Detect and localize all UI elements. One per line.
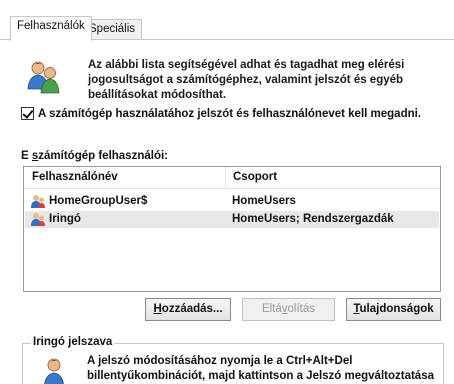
- listview-header: Felhasználónév Csoport: [24, 167, 440, 189]
- user-row-icon: [31, 195, 45, 208]
- intro-line-2: jogosultságot a számítógéphez, valamint …: [88, 74, 404, 86]
- tab-bar: Felhasználók Speciális: [0, 0, 454, 41]
- user-key-icon: [44, 358, 64, 384]
- row-username: Iringó: [49, 213, 81, 225]
- row-group: HomeUsers: [232, 195, 296, 207]
- remove-button[interactable]: Eltávolítás: [242, 298, 335, 321]
- remove-button-pre: Eltá: [261, 303, 282, 315]
- password-line-2: billentyűkombinációt, majd kattintson a …: [87, 370, 434, 382]
- table-row[interactable]: Iringó HomeUsers; Rendszergazdák: [25, 211, 439, 228]
- add-button[interactable]: Hozzáadás...: [145, 298, 231, 321]
- row-group: HomeUsers; Rendszergazdák: [232, 213, 394, 225]
- password-group-text: A jelszó módosításához nyomja le a Ctrl+…: [87, 354, 447, 384]
- intro-text: Az alábbi lista segítségével adhat és ta…: [88, 58, 428, 103]
- row-username: HomeGroupUser$: [49, 195, 148, 207]
- add-button-post: ozzáadás...: [161, 303, 223, 315]
- column-header-group[interactable]: Csoport: [233, 171, 277, 183]
- tab-users-label: Felhasználók: [17, 20, 85, 32]
- properties-button-post: ulajdonságok: [359, 303, 434, 315]
- remove-button-post: olítás: [287, 303, 316, 315]
- require-password-row[interactable]: A számítógép használatához jelszót és fe…: [21, 107, 421, 120]
- intro-line-3: beállításokat módosíthat.: [88, 89, 227, 101]
- intro-line-1: Az alábbi lista segítségével adhat és ta…: [88, 59, 405, 71]
- column-separator[interactable]: [225, 167, 226, 189]
- require-password-label: A számítógép használatához jelszót és fe…: [38, 107, 422, 120]
- add-button-accel: H: [153, 303, 162, 315]
- user-row-icon: [31, 213, 45, 226]
- users-list-title-pre: E: [21, 150, 32, 162]
- properties-button[interactable]: Tulajdonságok: [346, 298, 441, 321]
- password-group-title: Iringó jelszava: [31, 336, 115, 348]
- require-password-checkbox[interactable]: [21, 107, 34, 120]
- password-line-1: A jelszó módosításához nyomja le a Ctrl+…: [87, 355, 353, 367]
- tab-special-label: Speciális: [89, 23, 136, 35]
- table-row[interactable]: HomeGroupUser$ HomeUsers: [25, 193, 439, 210]
- users-listview[interactable]: Felhasználónév Csoport HomeGroupUser$ Ho…: [23, 166, 441, 292]
- users-list-title-post: zámítógép felhasználói:: [38, 150, 168, 162]
- column-header-username[interactable]: Felhasználónév: [32, 171, 118, 183]
- users-list-title: E számítógép felhasználói:: [21, 150, 168, 162]
- users-icon: [27, 61, 60, 94]
- tab-users[interactable]: Felhasználók: [10, 16, 92, 41]
